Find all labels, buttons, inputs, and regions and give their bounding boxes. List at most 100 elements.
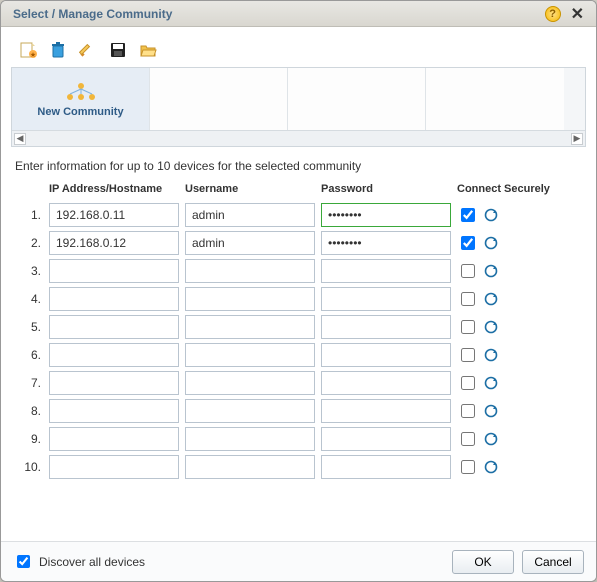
password-input[interactable] (321, 371, 451, 395)
community-card-new[interactable]: New Community (12, 68, 150, 130)
username-input[interactable] (185, 371, 315, 395)
username-input[interactable] (185, 259, 315, 283)
connect-securely-checkbox[interactable] (461, 236, 475, 250)
community-card-blank[interactable] (288, 68, 426, 130)
refresh-icon[interactable] (484, 208, 498, 222)
ip-input[interactable] (49, 427, 179, 451)
password-input[interactable] (321, 259, 451, 283)
header-ip: IP Address/Hostname (49, 183, 179, 195)
connect-securely-checkbox[interactable] (461, 376, 475, 390)
connect-securely-cell (457, 373, 567, 393)
refresh-icon[interactable] (484, 292, 498, 306)
password-input[interactable] (321, 203, 451, 227)
row-number: 1. (15, 208, 43, 222)
connect-securely-checkbox[interactable] (461, 320, 475, 334)
username-input[interactable] (185, 427, 315, 451)
password-input[interactable] (321, 455, 451, 479)
discover-checkbox[interactable] (17, 555, 30, 568)
row-number: 5. (15, 320, 43, 334)
username-input[interactable] (185, 203, 315, 227)
titlebar: Select / Manage Community ? ✕ (1, 1, 596, 27)
new-icon[interactable]: ★ (19, 41, 37, 59)
device-row: 8. (15, 399, 582, 423)
row-number: 8. (15, 404, 43, 418)
connect-securely-checkbox[interactable] (461, 460, 475, 474)
ok-button[interactable]: OK (452, 550, 514, 574)
device-row: 9. (15, 427, 582, 451)
password-input[interactable] (321, 287, 451, 311)
connect-securely-cell (457, 317, 567, 337)
cancel-button[interactable]: Cancel (522, 550, 584, 574)
ip-input[interactable] (49, 315, 179, 339)
username-input[interactable] (185, 315, 315, 339)
delete-icon[interactable] (49, 41, 67, 59)
scroll-right-icon[interactable]: ▶ (571, 133, 583, 145)
device-row: 5. (15, 315, 582, 339)
connect-securely-cell (457, 401, 567, 421)
refresh-icon[interactable] (484, 460, 498, 474)
header-password: Password (321, 183, 451, 195)
ip-input[interactable] (49, 399, 179, 423)
row-number: 7. (15, 376, 43, 390)
device-grid: IP Address/Hostname Username Password Co… (11, 177, 586, 479)
connect-securely-checkbox[interactable] (461, 432, 475, 446)
password-input[interactable] (321, 343, 451, 367)
header-connect-securely: Connect Securely (457, 183, 567, 195)
select-manage-community-dialog: Select / Manage Community ? ✕ ★ (0, 0, 597, 582)
password-input[interactable] (321, 315, 451, 339)
ip-input[interactable] (49, 203, 179, 227)
username-input[interactable] (185, 399, 315, 423)
username-input[interactable] (185, 343, 315, 367)
connect-securely-cell (457, 345, 567, 365)
open-icon[interactable] (139, 41, 157, 59)
ip-input[interactable] (49, 371, 179, 395)
username-input[interactable] (185, 287, 315, 311)
dialog-footer: Discover all devices OK Cancel (1, 541, 596, 581)
community-card-blank[interactable] (150, 68, 288, 130)
refresh-icon[interactable] (484, 320, 498, 334)
row-number: 10. (15, 460, 43, 474)
scroll-left-icon[interactable]: ◀ (14, 133, 26, 145)
password-input[interactable] (321, 399, 451, 423)
ip-input[interactable] (49, 231, 179, 255)
connect-securely-checkbox[interactable] (461, 264, 475, 278)
community-card-blank[interactable] (426, 68, 564, 130)
discover-all-devices[interactable]: Discover all devices (13, 552, 444, 571)
community-scrollbar: ◀ ▶ (12, 130, 585, 146)
ip-input[interactable] (49, 287, 179, 311)
ip-input[interactable] (49, 259, 179, 283)
connect-securely-cell (457, 457, 567, 477)
device-row: 7. (15, 371, 582, 395)
connect-securely-checkbox[interactable] (461, 208, 475, 222)
connect-securely-cell (457, 261, 567, 281)
password-input[interactable] (321, 427, 451, 451)
refresh-icon[interactable] (484, 432, 498, 446)
connect-securely-checkbox[interactable] (461, 404, 475, 418)
device-row: 10. (15, 455, 582, 479)
connect-securely-cell (457, 289, 567, 309)
row-number: 6. (15, 348, 43, 362)
ip-input[interactable] (49, 455, 179, 479)
help-icon[interactable]: ? (545, 6, 561, 22)
community-card-label: New Community (37, 106, 123, 118)
refresh-icon[interactable] (484, 236, 498, 250)
save-icon[interactable] (109, 41, 127, 59)
dialog-title: Select / Manage Community (13, 7, 545, 21)
refresh-icon[interactable] (484, 376, 498, 390)
device-row: 6. (15, 343, 582, 367)
prompt-text: Enter information for up to 10 devices f… (11, 151, 586, 177)
connect-securely-checkbox[interactable] (461, 348, 475, 362)
password-input[interactable] (321, 231, 451, 255)
edit-icon[interactable] (79, 41, 97, 59)
username-input[interactable] (185, 455, 315, 479)
refresh-icon[interactable] (484, 404, 498, 418)
close-icon[interactable]: ✕ (567, 4, 588, 24)
refresh-icon[interactable] (484, 264, 498, 278)
svg-text:★: ★ (30, 51, 36, 59)
ip-input[interactable] (49, 343, 179, 367)
connect-securely-cell (457, 429, 567, 449)
username-input[interactable] (185, 231, 315, 255)
grid-headers: IP Address/Hostname Username Password Co… (15, 179, 582, 199)
connect-securely-checkbox[interactable] (461, 292, 475, 306)
refresh-icon[interactable] (484, 348, 498, 362)
